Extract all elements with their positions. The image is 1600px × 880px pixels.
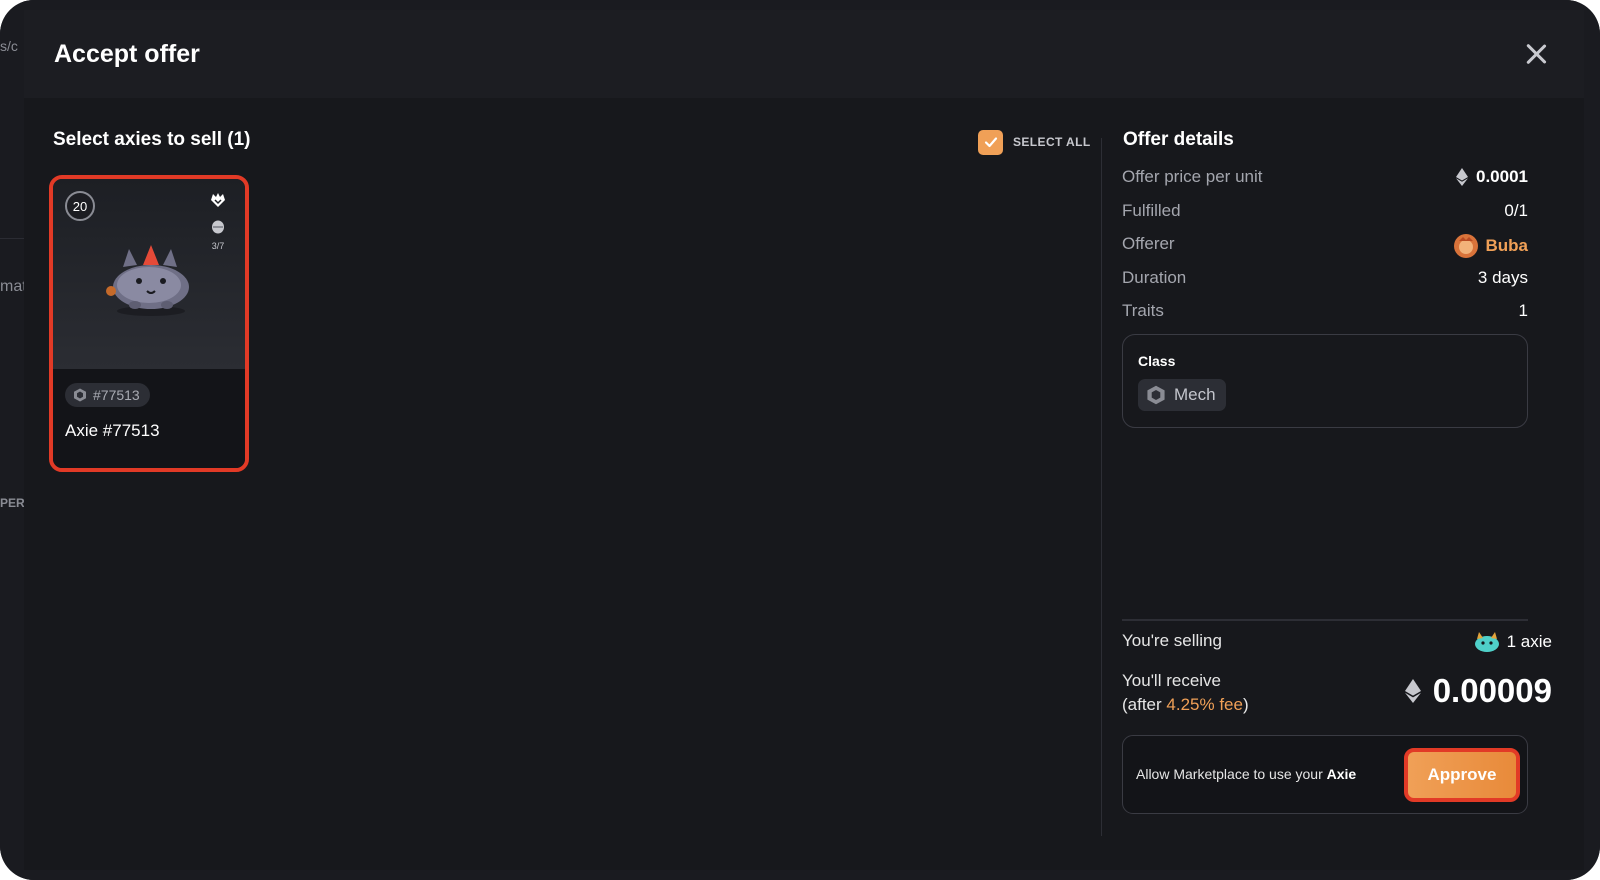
select-axies-title: Select axies to sell (1) bbox=[53, 129, 251, 150]
axie-card-body: #77513 Axie #77513 bbox=[53, 369, 245, 468]
breed-count: 3/7 bbox=[211, 241, 225, 251]
axie-sprite bbox=[106, 245, 189, 316]
eth-icon bbox=[1404, 679, 1421, 703]
axie-class-icon bbox=[211, 193, 225, 207]
offerer-name[interactable]: Buba bbox=[1486, 236, 1529, 256]
selling-label: You're selling bbox=[1122, 631, 1222, 650]
offer-details-title: Offer details bbox=[1123, 129, 1234, 150]
traits-title: Class bbox=[1138, 353, 1176, 369]
column-divider bbox=[1101, 138, 1102, 836]
detail-row-duration: Duration 3 days bbox=[1122, 268, 1528, 290]
egg-icon bbox=[212, 220, 224, 234]
card-meta-icons: 3/7 bbox=[205, 191, 231, 251]
detail-label: Duration bbox=[1122, 268, 1187, 287]
select-all-label: SELECT ALL bbox=[1013, 135, 1091, 149]
detail-row-offerer: Offerer Buba bbox=[1122, 234, 1529, 258]
trait-chip-label: Mech bbox=[1174, 385, 1216, 404]
approve-button[interactable]: Approve bbox=[1404, 748, 1520, 802]
fee-prefix: (after bbox=[1122, 695, 1167, 714]
axie-id-label: #77513 bbox=[93, 387, 140, 403]
receive-amount: 0.00009 bbox=[1404, 672, 1552, 710]
offerer-link[interactable]: Buba bbox=[1453, 234, 1529, 258]
level-badge: 20 bbox=[65, 191, 95, 221]
receive-label: You'll receive (after 4.25% fee) bbox=[1122, 669, 1249, 717]
offer-price-value: 0.0001 bbox=[1476, 167, 1528, 186]
fee-amount: 4.25% fee bbox=[1166, 695, 1243, 714]
detail-label: Offerer bbox=[1122, 234, 1175, 253]
detail-row-fulfilled: Fulfilled 0/1 bbox=[1122, 201, 1528, 223]
offerer-avatar bbox=[1453, 234, 1478, 258]
duration-value: 3 days bbox=[1477, 268, 1528, 287]
checkmark-icon bbox=[984, 137, 997, 148]
fulfilled-value: 0/1 bbox=[1504, 201, 1528, 220]
approval-text-prefix: Allow Marketplace to use your bbox=[1136, 766, 1327, 782]
approval-text-bold: Axie bbox=[1326, 766, 1357, 782]
detail-label: Fulfilled bbox=[1122, 201, 1181, 220]
axie-mini-icon bbox=[1474, 632, 1499, 652]
select-all-checkbox[interactable] bbox=[978, 129, 1003, 155]
detail-row-traits: Traits 1 bbox=[1122, 301, 1528, 323]
eth-icon bbox=[1456, 168, 1468, 186]
mech-class-icon bbox=[74, 388, 86, 402]
approval-text: Allow Marketplace to use your Axie bbox=[1136, 766, 1356, 782]
summary-divider bbox=[1122, 619, 1528, 621]
background-fragment: PER bbox=[0, 496, 25, 510]
fee-suffix: ) bbox=[1242, 695, 1249, 714]
modal-title: Accept offer bbox=[54, 40, 200, 68]
axie-card[interactable]: 20 3/7 #77513 Axie #77513 bbox=[49, 175, 249, 472]
background-fragment: mat bbox=[0, 278, 27, 295]
selling-count: 1 axie bbox=[1506, 632, 1552, 651]
screen-frame: s/c mat PER Accept offer Select axies to… bbox=[0, 0, 1600, 880]
detail-row-price: Offer price per unit 0.0001 bbox=[1122, 167, 1528, 189]
trait-chip-class: Mech bbox=[1138, 379, 1226, 411]
selling-value: 1 axie bbox=[1473, 631, 1552, 653]
detail-label: Offer price per unit bbox=[1122, 167, 1263, 186]
traits-count-value: 1 bbox=[1518, 301, 1528, 320]
modal-header: Accept offer bbox=[24, 10, 1584, 98]
accept-offer-modal: Accept offer Select axies to sell (1) SE… bbox=[24, 10, 1584, 870]
detail-value: 0.0001 bbox=[1456, 167, 1528, 187]
receive-label-line: You'll receive bbox=[1122, 671, 1222, 690]
approval-panel: Allow Marketplace to use your Axie Appro… bbox=[1122, 735, 1528, 814]
close-icon[interactable] bbox=[1522, 40, 1550, 68]
mech-class-icon bbox=[1147, 385, 1165, 405]
receive-amount-value: 0.00009 bbox=[1432, 672, 1552, 709]
axie-card-image: 20 3/7 bbox=[53, 179, 245, 369]
axie-name: Axie #77513 bbox=[65, 421, 160, 440]
fee-line: (after 4.25% fee) bbox=[1122, 693, 1249, 717]
select-all-toggle[interactable]: SELECT ALL bbox=[978, 128, 1091, 156]
detail-label: Traits bbox=[1122, 301, 1164, 320]
traits-box: Class Mech bbox=[1122, 334, 1528, 428]
background-fragment: s/c bbox=[0, 38, 18, 54]
axie-id-chip: #77513 bbox=[65, 383, 150, 407]
